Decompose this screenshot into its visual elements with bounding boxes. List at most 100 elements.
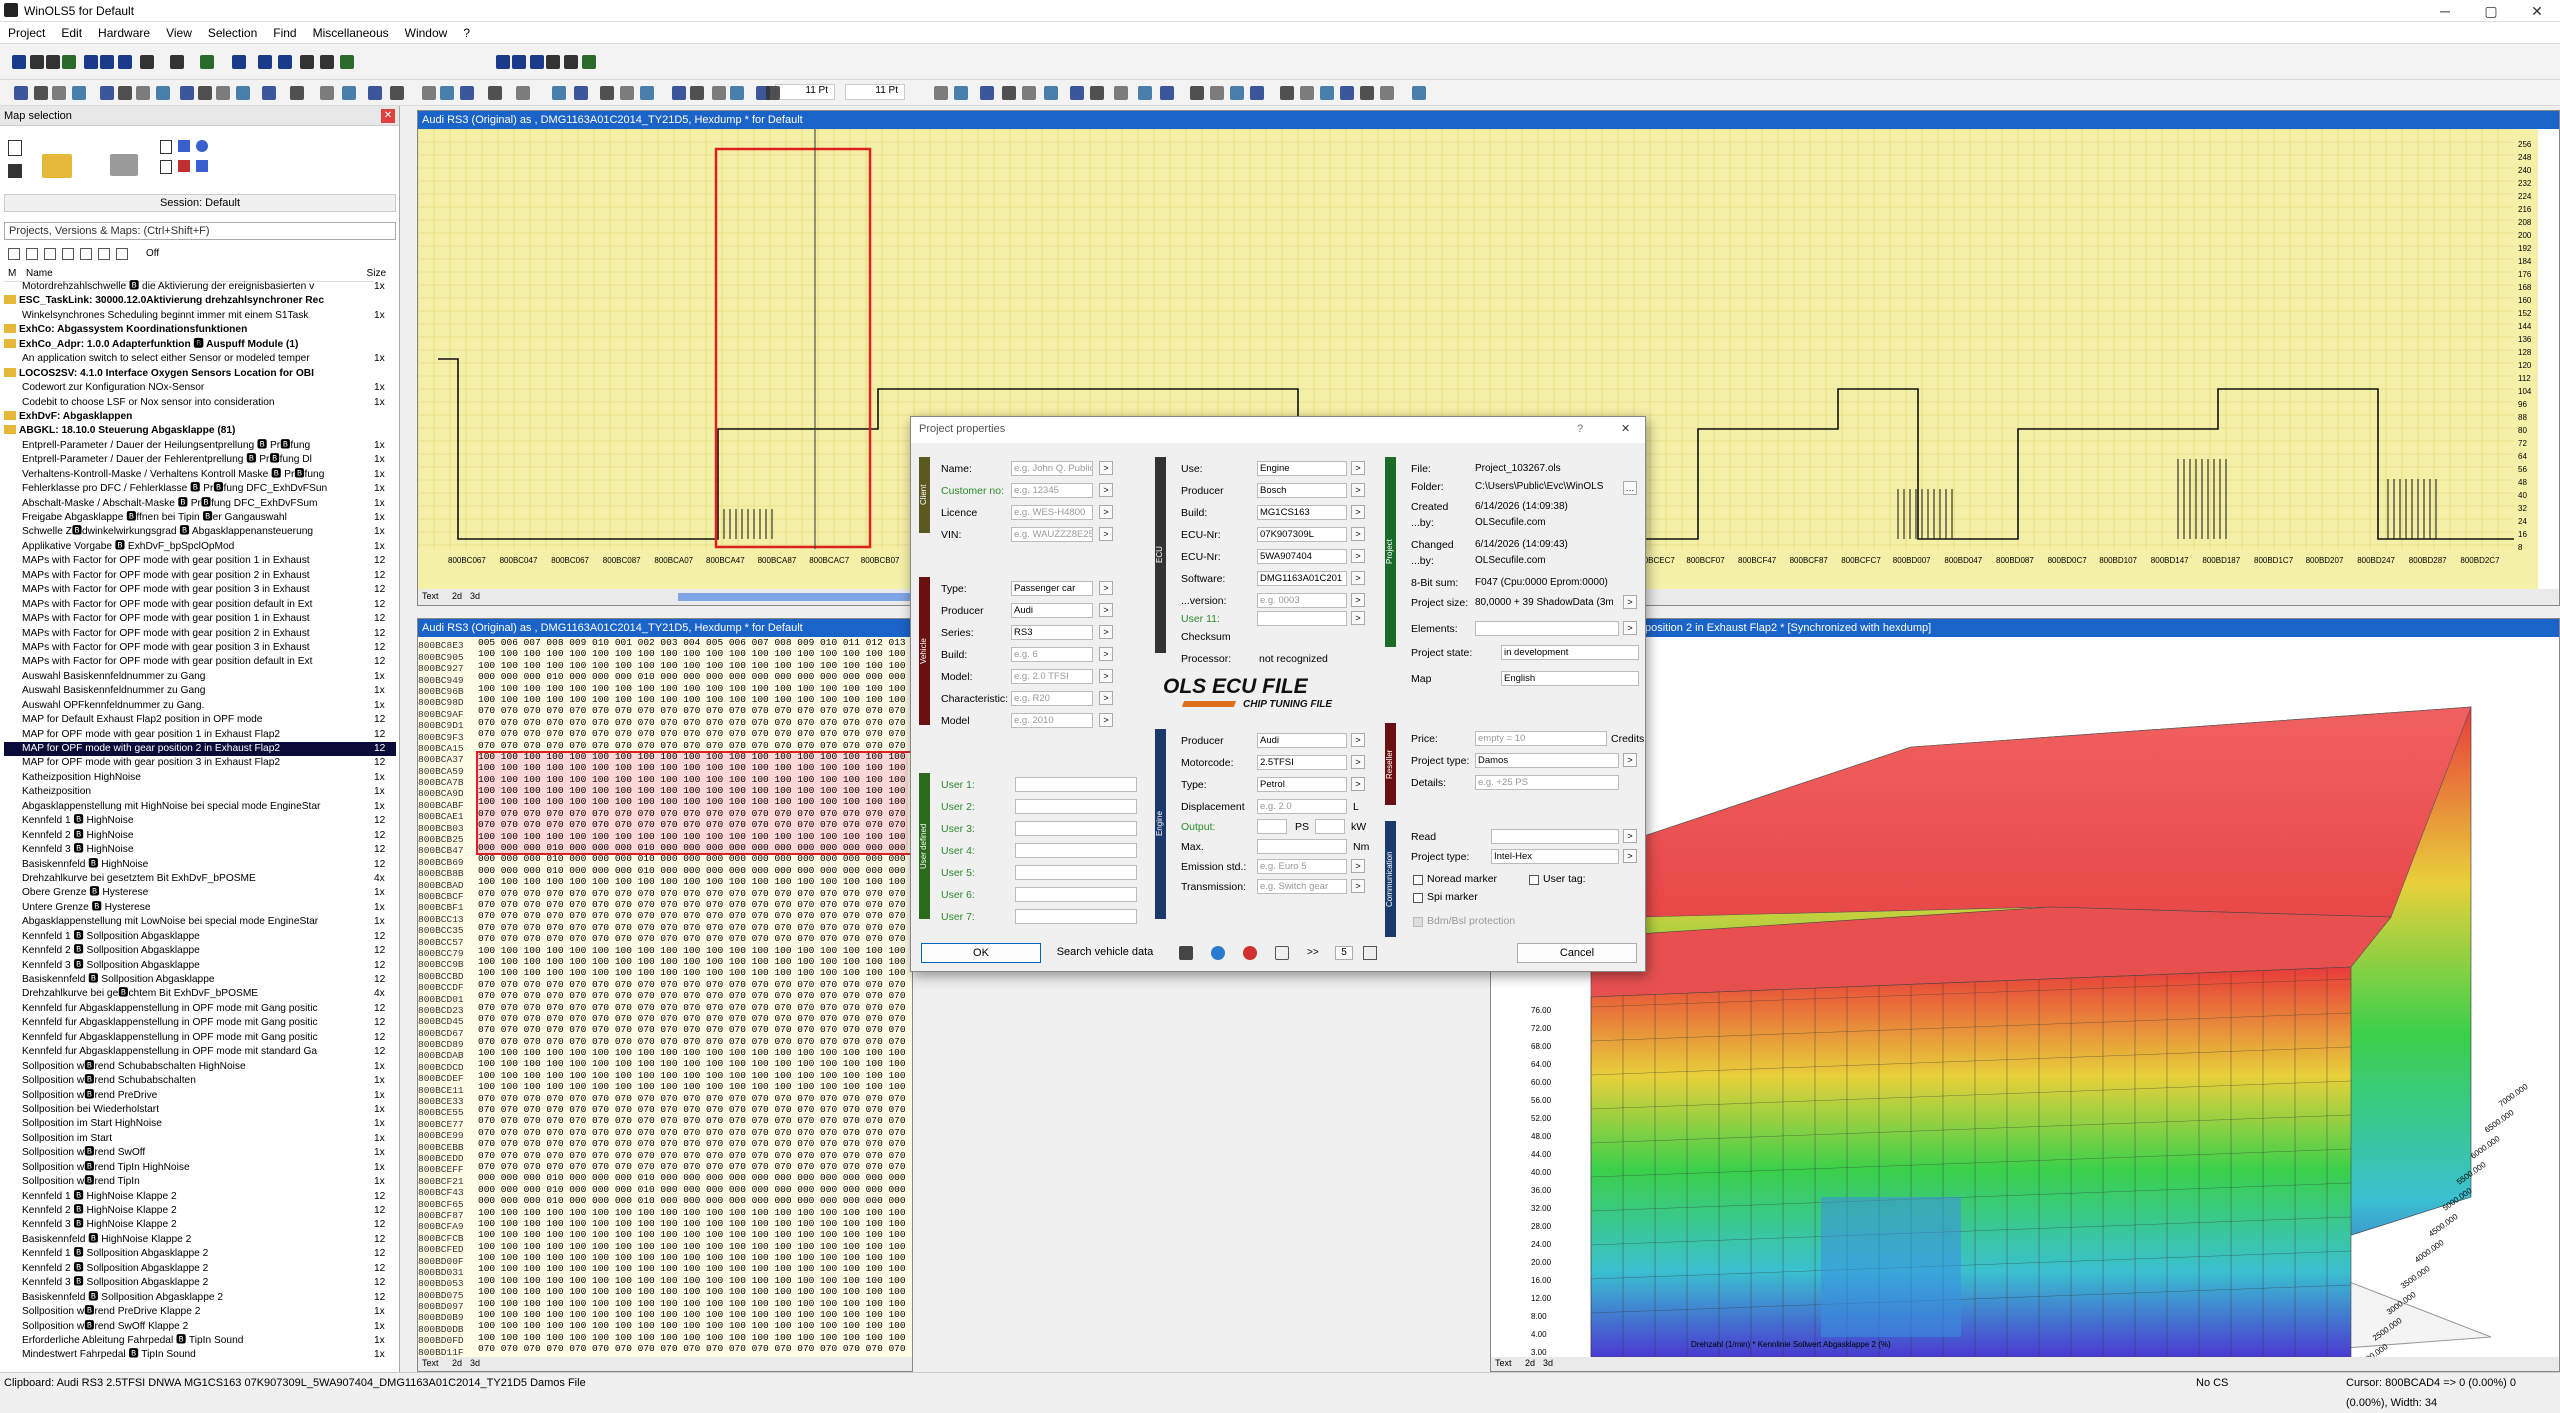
list-item[interactable]: Erforderliche Ableitung Fahrpedal 🅱 TipI… (4, 1333, 396, 1349)
hex-row[interactable]: 800BD0FD 100 100 100 100 100 100 100 100 … (418, 1332, 912, 1346)
new-doc-icon[interactable] (8, 140, 22, 156)
hex-row[interactable]: 800BCDCD 100 100 100 100 100 100 100 100 … (418, 1058, 912, 1072)
hex-row[interactable]: 800BCA15 070 070 070 070 070 070 070 070 … (418, 740, 912, 754)
ecu-nr2-input[interactable]: 5WA907404 (1257, 549, 1347, 564)
elements-arrow[interactable]: > (1623, 621, 1637, 635)
toolbar-button-icon[interactable] (62, 55, 76, 69)
tab-2d[interactable]: 2d (452, 1358, 462, 1368)
cancel-button[interactable]: Cancel (1517, 943, 1637, 963)
toolbar-button-icon[interactable] (12, 55, 26, 69)
user-field-input[interactable] (1015, 865, 1137, 880)
toolbar-button-icon[interactable] (1300, 86, 1314, 100)
toolbar-button-icon[interactable] (216, 86, 230, 100)
ecu-producer-input[interactable]: Bosch (1257, 483, 1347, 498)
toolbar-button-icon[interactable] (368, 86, 382, 100)
list-item[interactable]: Sollposition im Start HighNoise 1x (4, 1117, 396, 1132)
toolbar-button-icon[interactable] (100, 55, 114, 69)
tab-3d[interactable]: 3d (470, 1358, 480, 1368)
ecu-nr2-arrow[interactable]: > (1351, 549, 1365, 563)
toolbar-button-icon[interactable] (516, 86, 530, 100)
toolbar-button-icon[interactable] (1044, 86, 1058, 100)
hex-row[interactable]: 800BD053 100 100 100 100 100 100 100 100 … (418, 1275, 912, 1289)
search-vehicle-data-button[interactable]: Search vehicle data (1049, 943, 1161, 963)
list-item[interactable]: Sollposition w🅱rend TipIn 1x (4, 1175, 396, 1190)
col-m[interactable]: M (8, 268, 16, 279)
model-input[interactable]: e.g. 2.0 TFSI (1011, 669, 1093, 684)
toolbar-button-icon[interactable] (1280, 86, 1294, 100)
tab-text[interactable]: Text (1495, 1358, 1512, 1368)
tree-folder[interactable]: ExhCo_Adpr: 1.0.0 Adapterfunktion 🅱 Ausp… (4, 338, 396, 352)
list-item[interactable]: Basiskennfeld 🅱 HighNoise 12 (4, 857, 396, 872)
emission-arrow[interactable]: > (1351, 859, 1365, 873)
hex-row[interactable]: 800BCD45 070 070 070 070 070 070 070 070 … (418, 1013, 912, 1027)
customer-arrow-button[interactable]: > (1099, 483, 1113, 497)
map-language-select[interactable]: English (1501, 671, 1639, 686)
hex-row[interactable]: 800BCC79 100 100 100 100 100 100 100 100 … (418, 945, 912, 959)
grid-icon[interactable] (116, 248, 128, 260)
export-icon[interactable] (1363, 946, 1377, 960)
hex-row[interactable]: 800BCD23 070 070 070 070 070 070 070 070 … (418, 1002, 912, 1016)
list-item[interactable]: Schwelle Z🅱dwinkelwirkungsgrad 🅱 Abgaskl… (4, 525, 396, 540)
list-item[interactable]: Basiskennfeld 🅱 HighNoise Klappe 2 12 (4, 1232, 396, 1248)
dialog-close-button[interactable]: ✕ (1621, 422, 1630, 435)
list-item[interactable]: Untere Grenze 🅱 Hysterese 1x (4, 900, 396, 916)
toolbar-button-icon[interactable] (1022, 86, 1036, 100)
list-item[interactable]: Kennfeld 3 🅱 Sollposition Abgasklappe 2 1… (4, 1276, 396, 1291)
hex-row[interactable]: 800BD075 100 100 100 100 100 100 100 100 … (418, 1286, 912, 1300)
list-item[interactable]: Sollposition w🅱rend SwOff Klappe 2 1x (4, 1319, 396, 1334)
toolbar-button-icon[interactable] (14, 86, 28, 100)
name-arrow-button[interactable]: > (1099, 461, 1113, 475)
toolbar-button-icon[interactable] (600, 86, 614, 100)
tab-text[interactable]: Text (422, 591, 439, 601)
list-item[interactable]: Winkelsynchrones Scheduling beginnt imme… (4, 308, 396, 324)
ecu-nr-arrow[interactable]: > (1351, 527, 1365, 541)
toolbar-button-icon[interactable] (72, 86, 86, 100)
hex-row[interactable]: 800BCF21 000 000 000 010 000 000 000 010 … (418, 1172, 912, 1186)
hex-row[interactable]: 800BC8E3 005 006 007 008 009 010 001 002 … (418, 637, 912, 651)
toolbar-button-icon[interactable] (422, 86, 436, 100)
tree-folder[interactable]: ExhCo: Abgassystem Koordinationsfunktion… (4, 323, 396, 337)
hex-row[interactable]: 800BCE77 070 070 070 070 070 070 070 070 … (418, 1115, 912, 1129)
session-label[interactable]: Session: Default (4, 194, 396, 212)
toolbar-button-icon[interactable] (712, 86, 726, 100)
model-year-arrow[interactable]: > (1099, 713, 1113, 727)
list-item[interactable]: Kennfeld 3 🅱 HighNoise 12 (4, 843, 396, 858)
list-item[interactable]: Mindestwert Fahrpedal 🅱 TipIn Sound 1x (4, 1348, 396, 1363)
software-arrow[interactable]: > (1351, 571, 1365, 585)
toolbar-button-icon[interactable] (180, 86, 194, 100)
color-wheel-icon[interactable] (1243, 946, 1257, 960)
list-item[interactable]: Codewort zur Konfiguration NOx-Sensor 1x (4, 381, 396, 396)
bdm-checkbox[interactable] (1413, 917, 1423, 927)
toolbar-button-icon[interactable] (258, 55, 272, 69)
user-field-input[interactable] (1015, 887, 1137, 902)
model-arrow[interactable]: > (1099, 669, 1113, 683)
licence-input[interactable]: e.g. WES-H4800 (1011, 505, 1093, 520)
list-item[interactable]: MAPs with Factor for OPF mode with gear … (4, 597, 396, 613)
engine-producer-input[interactable]: Audi (1257, 733, 1347, 748)
list-item[interactable]: Katheizposition 1x (4, 785, 396, 800)
list-item[interactable]: MAP for OPF mode with gear position 1 in… (4, 727, 396, 743)
toolbar-button-icon[interactable] (290, 86, 304, 100)
toolbar-button-icon[interactable] (954, 86, 968, 100)
menu-view[interactable]: View (158, 22, 200, 40)
user-field-input[interactable] (1015, 843, 1137, 858)
toolbar-button-icon[interactable] (564, 55, 578, 69)
hex-row[interactable]: 800BC905 100 100 100 100 100 100 100 100 … (418, 648, 912, 662)
project-size-arrow[interactable]: > (1623, 595, 1637, 609)
globe-icon[interactable] (1211, 946, 1225, 960)
help-button[interactable]: ? (1577, 423, 1583, 435)
vehicle-build-arrow[interactable]: > (1099, 647, 1113, 661)
comment-icon[interactable] (1275, 946, 1289, 960)
list-item[interactable]: Motordrehzahlschwelle 🅱 die Aktivierung … (4, 280, 396, 295)
tab-3d[interactable]: 3d (1543, 1358, 1553, 1368)
list-item[interactable]: Obere Grenze 🅱 Hysterese 1x (4, 886, 396, 901)
list-item[interactable]: MAPs with Factor for OPF mode with gear … (4, 554, 396, 569)
noread-checkbox[interactable] (1413, 875, 1423, 885)
toolbar-button-icon[interactable] (980, 86, 994, 100)
menu-find[interactable]: Find (265, 22, 304, 40)
hex-row[interactable]: 800BCFCB 100 100 100 100 100 100 100 100 … (418, 1229, 912, 1243)
hex-row[interactable]: 800BD031 100 100 100 100 100 100 100 100 … (418, 1263, 912, 1277)
elements-input[interactable] (1475, 621, 1619, 636)
list-item[interactable]: Sollposition w🅱rend SwOff 1x (4, 1146, 396, 1161)
folder-browse-button[interactable]: … (1623, 481, 1637, 495)
